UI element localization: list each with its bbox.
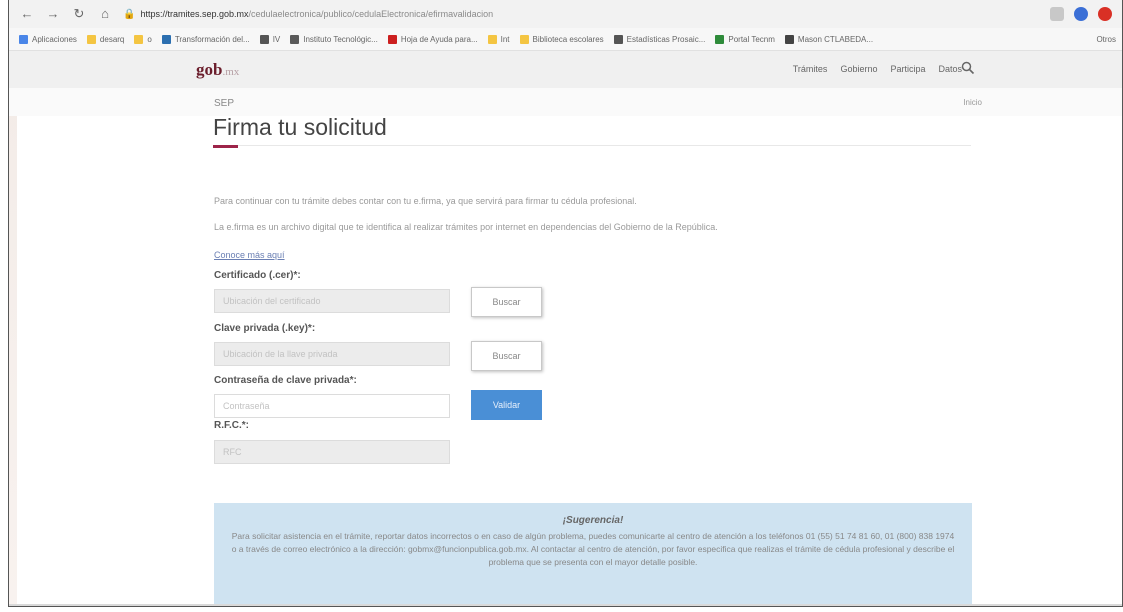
bookmark-item[interactable]: Biblioteca escolares [519,34,604,44]
profile-icon[interactable] [1098,7,1112,21]
bookmark-label: Aplicaciones [32,34,77,44]
other-bookmarks[interactable]: Otros [1096,35,1116,44]
page-title: Firma tu solicitud [213,114,387,140]
back-arrow-icon[interactable]: ← [19,6,35,22]
title-accent-bar [213,145,238,148]
efirma-description: La e.firma es un archivo digital que te … [214,222,718,232]
cert-label: Certificado (.cer)*: [214,270,301,281]
bookmark-item[interactable]: Transformación del... [161,34,250,44]
nav-gobierno[interactable]: Gobierno [840,64,877,74]
bookmark-item[interactable]: Aplicaciones [19,34,77,44]
horizontal-scrollbar[interactable] [9,604,1122,606]
bookmark-label: desarq [99,34,125,44]
bookmark-label: Instituto Tecnológic... [303,34,378,44]
bookmark-icon [387,34,397,44]
bookmark-item[interactable]: IV [259,34,281,44]
breadcrumb-home[interactable]: Inicio [963,98,982,107]
lock-icon: 🔒 [123,8,136,20]
breadcrumb: SEP Inicio [9,88,1122,116]
key-label: Clave privada (.key)*: [214,323,316,334]
bookmark-label: Transformación del... [174,34,250,44]
bookmark-icon [715,34,725,44]
bookmark-icon [134,34,144,44]
bookmark-icon [519,34,529,44]
password-field[interactable]: Contraseña [214,394,450,418]
validate-button[interactable]: Validar [471,390,542,420]
bookmarks-bar: Aplicaciones desarq o Transformación del...… [9,28,1122,51]
logo-suffix: .mx [222,66,240,78]
gob-mx-logo[interactable]: gob.mx [196,60,239,80]
cert-browse-button[interactable]: Buscar [471,287,542,317]
suggestion-box: ¡Sugerencia! Para solicitar asistencia e… [214,503,972,606]
page-edge [9,88,17,606]
forward-arrow-icon[interactable]: → [45,6,61,22]
bookmark-label: Int [500,34,510,44]
bookmark-label: IV [272,34,281,44]
browser-toolbar: ← → ↻ ⌂ 🔒 https://tramites.sep.gob.mx/ce… [9,0,1122,28]
bookmark-label: o [147,34,152,44]
learn-more-link[interactable]: Conoce más aquí [214,250,285,260]
key-file-field[interactable]: Ubicación de la llave privada [214,342,450,366]
search-icon[interactable] [960,60,976,76]
title-divider [213,145,971,146]
bookmark-label: Portal Tecnm [728,34,775,44]
rfc-field[interactable]: RFC [214,440,450,464]
site-header: gob.mx Trámites Gobierno Participa Datos [9,51,1122,88]
url-host: https://tramites.sep.gob.mx [140,9,249,19]
suggestion-title: ¡Sugerencia! [562,515,624,526]
bookmark-item[interactable]: Estadísticas Prosaic... [613,34,706,44]
key-browse-button[interactable]: Buscar [471,341,542,371]
extension-icon[interactable] [1050,7,1064,21]
bookmark-item[interactable]: Portal Tecnm [715,34,775,44]
bookmark-icon [290,34,300,44]
bookmark-label: Biblioteca escolares [532,34,604,44]
star-icon[interactable] [1074,7,1088,21]
home-icon[interactable]: ⌂ [97,6,113,22]
cert-file-field[interactable]: Ubicación del certificado [214,289,450,313]
address-bar[interactable]: 🔒 https://tramites.sep.gob.mx/cedulaelec… [123,4,1038,24]
bookmark-item[interactable]: Hoja de Ayuda para... [387,34,478,44]
bookmark-item[interactable]: Int [487,34,510,44]
breadcrumb-current[interactable]: SEP [214,98,234,109]
bookmark-icon [259,34,269,44]
top-nav: Trámites Gobierno Participa Datos [780,64,962,74]
bookmark-icon [784,34,794,44]
bookmark-icon [487,34,497,44]
nav-participa[interactable]: Participa [890,64,925,74]
password-label: Contraseña de clave privada*: [214,375,357,386]
bookmark-item[interactable]: o [134,34,152,44]
browser-window: ← → ↻ ⌂ 🔒 https://tramites.sep.gob.mx/ce… [8,0,1123,607]
url-path: /cedulaelectronica/publico/cedulaElectro… [248,9,494,19]
reload-icon[interactable]: ↻ [71,6,87,22]
bookmark-icon [613,34,623,44]
bookmark-label: Mason CTLABEDA... [797,34,874,44]
bookmark-item[interactable]: Instituto Tecnológic... [290,34,378,44]
suggestion-text: Para solicitar asistencia en el trámite,… [231,531,955,567]
nav-tramites[interactable]: Trámites [793,64,828,74]
bookmark-item[interactable]: desarq [86,34,125,44]
logo-main: gob [196,60,223,79]
bookmark-label: Estadísticas Prosaic... [626,34,706,44]
bookmark-item[interactable]: Mason CTLABEDA... [784,34,874,44]
rfc-label: R.F.C.*: [214,420,249,431]
bookmark-icon [19,34,28,44]
nav-datos[interactable]: Datos [938,64,962,74]
bookmark-icon [86,34,96,44]
bookmark-icon [161,34,171,44]
intro-paragraph: Para continuar con tu trámite debes cont… [214,196,637,206]
bookmark-label: Hoja de Ayuda para... [400,34,478,44]
